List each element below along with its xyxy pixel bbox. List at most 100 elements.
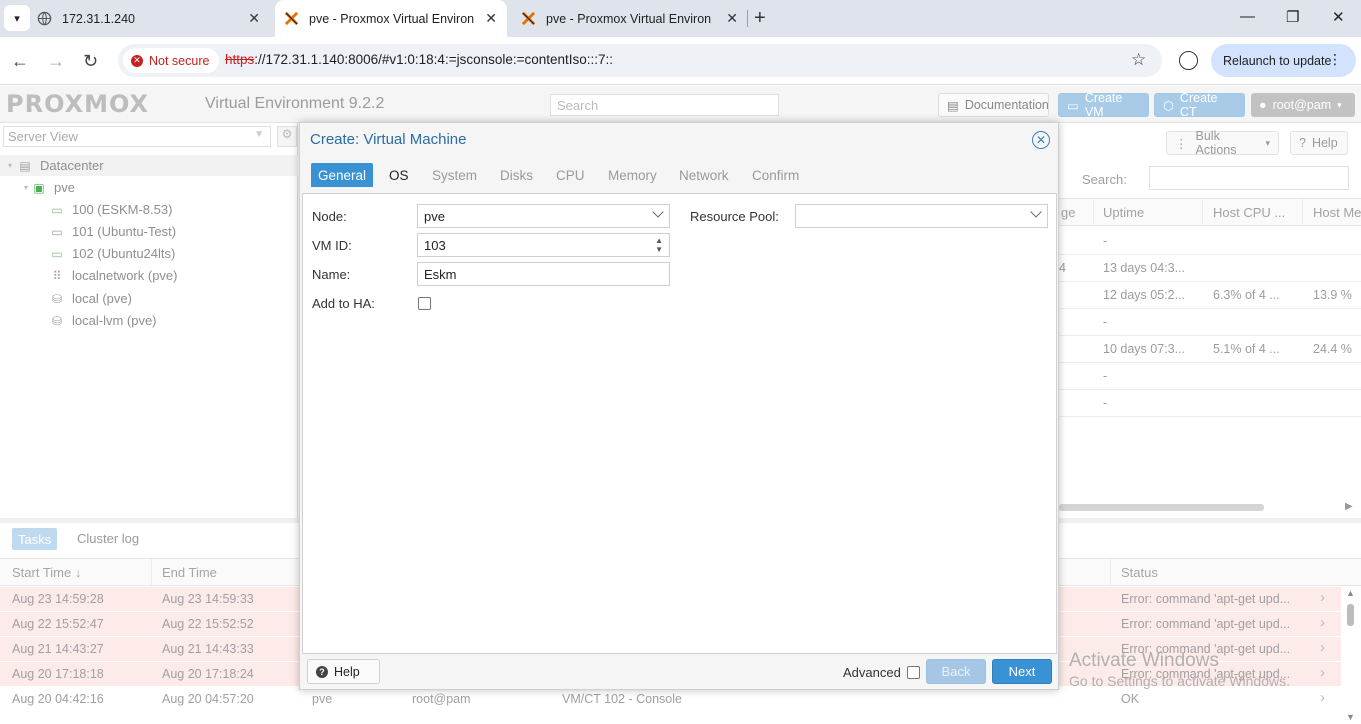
scroll-down-icon[interactable]: ▼ xyxy=(1346,712,1355,722)
tab-disks[interactable]: Disks xyxy=(493,163,540,187)
end-time-header[interactable]: End Time xyxy=(162,565,217,580)
tab-os[interactable]: OS xyxy=(382,163,416,187)
scroll-right-icon[interactable]: ▶ xyxy=(1345,501,1353,512)
tab-system[interactable]: System xyxy=(425,163,484,187)
scroll-up-icon[interactable]: ▲ xyxy=(1346,588,1355,598)
tab-search-button[interactable]: ▾ xyxy=(4,5,30,31)
task-row[interactable]: Aug 20 04:42:16 Aug 20 04:57:20 pve root… xyxy=(0,687,1341,712)
back-arrow-icon[interactable]: ← xyxy=(11,51,29,72)
chevron-down-icon[interactable] xyxy=(652,206,664,218)
chevron-right-icon[interactable]: › xyxy=(1320,664,1325,681)
grid-row[interactable]: 12 days 05:2... 6.3% of 4 ... 13.9 % xyxy=(1059,282,1361,309)
resource-pool-select[interactable] xyxy=(795,204,1048,228)
url-text[interactable]: https://172.31.1.140:8006/#v1:0:18:4:=js… xyxy=(225,52,613,67)
add-to-ha-checkbox[interactable] xyxy=(418,297,431,310)
uptime-cell: 10 days 07:3... xyxy=(1103,342,1186,356)
create-vm-button[interactable]: ▭ Create VM xyxy=(1058,91,1149,119)
view-selector[interactable]: Server View ▼ xyxy=(3,126,271,147)
chevron-down-icon: ▾ xyxy=(1337,99,1342,110)
chevron-down-icon: ▾ xyxy=(1265,137,1270,148)
close-tab-icon[interactable]: ✕ xyxy=(726,10,738,27)
url-omnibox[interactable]: ✕ Not secure https://172.31.1.140:8006/#… xyxy=(118,44,1162,77)
tree-item-vm-101[interactable]: ▭ 101 (Ubuntu-Test) xyxy=(48,221,176,242)
resource-tree-panel: Server View ▼ ⚙ ▾ ▤ Datacenter ▾ ▣ pve ▭… xyxy=(0,123,298,518)
content-search-label: Search: xyxy=(1082,172,1127,187)
tree-item-node[interactable]: ▾ ▣ pve xyxy=(24,177,75,198)
name-value: Eskm xyxy=(424,267,457,282)
global-search-input[interactable]: Search xyxy=(550,94,779,116)
next-button[interactable]: Next xyxy=(992,659,1052,684)
new-tab-plus-icon[interactable]: + xyxy=(754,7,766,30)
minimize-icon[interactable]: — xyxy=(1240,8,1255,25)
chevron-right-icon[interactable]: › xyxy=(1320,689,1325,706)
tree-item-local-lvm[interactable]: ⛁ local-lvm (pve) xyxy=(48,310,157,331)
content-search-input[interactable] xyxy=(1149,166,1349,190)
uptime-cell: 12 days 05:2... xyxy=(1103,288,1186,302)
forward-arrow-icon[interactable]: → xyxy=(47,51,65,72)
tab-network[interactable]: Network xyxy=(672,163,736,187)
chevron-right-icon[interactable]: › xyxy=(1320,614,1325,631)
documentation-button[interactable]: ▤ Documentation xyxy=(938,93,1049,117)
relaunch-button[interactable]: Relaunch to update ⋮ xyxy=(1211,44,1356,77)
horizontal-scrollbar[interactable] xyxy=(1059,504,1264,511)
tab-memory[interactable]: Memory xyxy=(601,163,664,187)
profile-avatar-icon[interactable] xyxy=(1179,51,1198,70)
browser-tab-1[interactable]: 172.31.1.240 ✕ xyxy=(36,0,270,37)
vmid-spinner[interactable]: 103 ▲ ▼ xyxy=(417,233,670,257)
start-cell: Aug 22 15:52:47 xyxy=(12,617,104,631)
chevron-right-icon[interactable]: › xyxy=(1320,639,1325,656)
grid-row[interactable]: 10 days 07:3... 5.1% of 4 ... 24.4 % xyxy=(1059,336,1361,363)
close-icon[interactable]: ✕ xyxy=(1032,131,1050,149)
chevron-down-icon[interactable] xyxy=(1030,206,1042,218)
browser-tab-3[interactable]: pve - Proxmox Virtual Environm ✕ xyxy=(516,0,748,37)
tree-item-localnetwork[interactable]: ⠿ localnetwork (pve) xyxy=(48,265,178,286)
tree-item-datacenter[interactable]: ▾ ▤ Datacenter xyxy=(8,155,104,176)
grid-row[interactable]: - xyxy=(1059,228,1361,255)
tasks-vertical-scrollbar[interactable]: ▲ ▼ xyxy=(1342,586,1361,724)
spinner-arrows-icon[interactable]: ▲ ▼ xyxy=(655,236,663,254)
tab-general[interactable]: General xyxy=(311,163,374,187)
advanced-checkbox[interactable] xyxy=(907,666,920,679)
browser-menu-icon[interactable]: ⋮ xyxy=(1328,51,1342,68)
close-window-icon[interactable]: ✕ xyxy=(1332,8,1345,26)
tree-label: 101 (Ubuntu-Test) xyxy=(72,224,177,239)
gear-icon[interactable]: ⚙ xyxy=(277,126,297,147)
not-secure-chip[interactable]: ✕ Not secure xyxy=(123,48,220,73)
grid-column-header[interactable]: ge xyxy=(1061,205,1075,220)
grid-row[interactable]: - xyxy=(1059,309,1361,336)
grid-row[interactable]: - xyxy=(1059,363,1361,390)
browser-tab-2[interactable]: pve - Proxmox Virtual Environm ✕ xyxy=(275,0,507,37)
grid-column-header[interactable]: Uptime xyxy=(1103,205,1144,220)
start-time-header[interactable]: Start Time ↓ xyxy=(12,565,81,580)
content-help-button[interactable]: ? Help xyxy=(1290,131,1348,155)
tab-cluster-log[interactable]: Cluster log xyxy=(77,531,139,546)
grid-row[interactable]: - xyxy=(1059,390,1361,417)
tab-confirm[interactable]: Confirm xyxy=(745,163,806,187)
reload-icon[interactable]: ↻ xyxy=(83,51,98,72)
scrollbar-thumb[interactable] xyxy=(1347,604,1354,626)
tree-item-vm-100[interactable]: ▭ 100 (ESKM-8.53) xyxy=(48,199,172,220)
tab-tasks[interactable]: Tasks xyxy=(12,528,58,550)
bulk-actions-button[interactable]: ⋮ Bulk Actions ▾ xyxy=(1166,129,1279,157)
chevron-right-icon[interactable]: › xyxy=(1320,589,1325,606)
close-tab-icon[interactable]: ✕ xyxy=(485,10,497,27)
status-header[interactable]: Status xyxy=(1121,565,1158,580)
grid-row[interactable]: 4 13 days 04:3... xyxy=(1059,255,1361,282)
back-button[interactable]: Back xyxy=(926,659,986,684)
tree-item-vm-102[interactable]: ▭ 102 (Ubuntu24lts) xyxy=(48,243,175,264)
close-tab-icon[interactable]: ✕ xyxy=(248,10,260,27)
create-ct-button[interactable]: ⬡ Create CT xyxy=(1154,91,1245,119)
bookmark-star-icon[interactable]: ☆ xyxy=(1131,50,1146,70)
name-input[interactable]: Eskm xyxy=(417,262,670,286)
restore-icon[interactable]: ❐ xyxy=(1286,8,1299,26)
node-select[interactable]: pve xyxy=(417,204,670,228)
grid-column-header[interactable]: Host CPU ... xyxy=(1213,205,1285,220)
dialog-footer: ? Help Advanced Back Next xyxy=(300,655,1058,690)
proxmox-favicon-icon xyxy=(283,11,299,27)
product-version: Virtual Environment 9.2.2 xyxy=(205,95,385,112)
help-button[interactable]: ? Help xyxy=(307,659,380,684)
user-menu-button[interactable]: ● root@pam ▾ xyxy=(1251,93,1355,117)
tree-item-local[interactable]: ⛁ local (pve) xyxy=(48,288,132,309)
tab-cpu[interactable]: CPU xyxy=(549,163,592,187)
grid-column-header[interactable]: Host Me xyxy=(1313,205,1361,220)
